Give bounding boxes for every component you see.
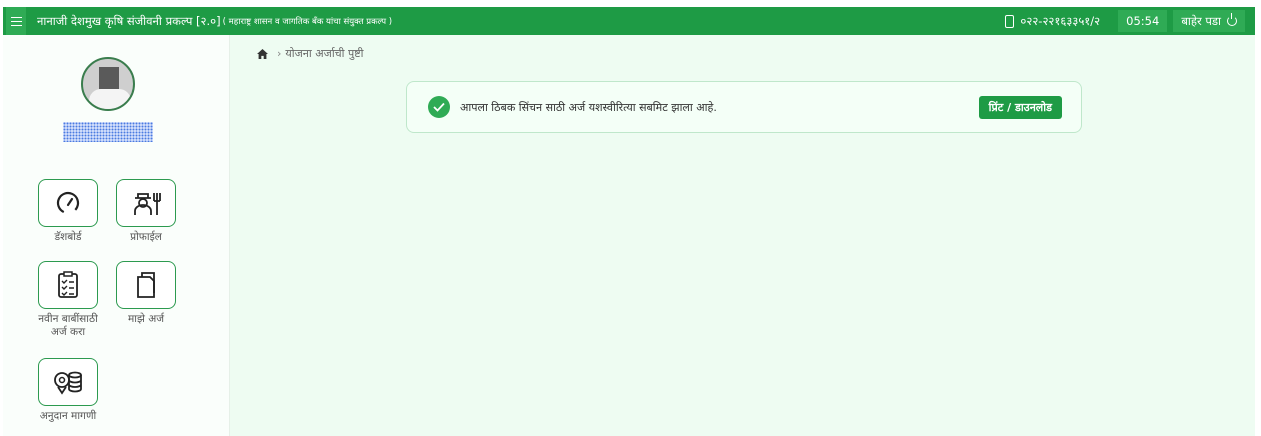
sidebar-item-new-application[interactable]: नवीन बाबींसाठी अर्ज करा bbox=[38, 261, 98, 339]
sidebar-item-dashboard[interactable]: डॅशबोर्ड bbox=[38, 179, 98, 244]
sidebar-item-profile[interactable]: प्रोफाईल bbox=[116, 179, 176, 244]
breadcrumb: › योजना अर्जाची पुष्टी bbox=[257, 46, 364, 61]
sidebar: डॅशबोर्ड प्रोफाईल नवीन बाबींसाठी अर्ज कर… bbox=[3, 35, 230, 436]
sidebar-item-label: माझे अर्ज bbox=[127, 313, 165, 325]
documents-icon bbox=[137, 272, 155, 298]
hamburger-icon bbox=[10, 16, 22, 26]
helpline-phone: ०२२-२२१६३३५१/२ bbox=[1005, 14, 1100, 29]
power-icon bbox=[1227, 13, 1237, 26]
avatar bbox=[81, 57, 135, 111]
helpline-number: ०२२-२२१६३३५१/२ bbox=[1020, 13, 1101, 28]
sidebar-item-label: डॅशबोर्ड bbox=[54, 231, 82, 243]
coins-icon bbox=[54, 371, 82, 395]
top-navbar: नानाजी देशमुख कृषि संजीवनी प्रकल्प [२.०]… bbox=[3, 7, 1255, 35]
main-content: › योजना अर्जाची पुष्टी आपला ठिबक सिंचन स… bbox=[230, 35, 1255, 436]
app-title: नानाजी देशमुख कृषि संजीवनी प्रकल्प [२.०] bbox=[37, 13, 221, 28]
sidebar-item-label: प्रोफाईल bbox=[130, 231, 162, 243]
sidebar-item-label: नवीन बाबींसाठी अर्ज करा bbox=[38, 313, 98, 338]
app-subtitle: ( महाराष्ट्र शासन व जागतिक बँक यांचा संय… bbox=[222, 16, 393, 27]
checklist-icon bbox=[58, 271, 78, 298]
speedometer-icon bbox=[56, 191, 80, 215]
success-alert: आपला ठिबक सिंचन साठी अर्ज यशस्वीरित्या स… bbox=[406, 81, 1082, 133]
sidebar-item-subsidy-claim[interactable]: अनुदान मागणी bbox=[38, 358, 98, 423]
farmer-profile-icon bbox=[134, 193, 161, 215]
logout-button[interactable]: बाहेर पडा bbox=[1173, 10, 1245, 32]
success-message: आपला ठिबक सिंचन साठी अर्ज यशस्वीरित्या स… bbox=[460, 100, 717, 114]
breadcrumb-current: योजना अर्जाची पुष्टी bbox=[285, 47, 364, 60]
print-download-button[interactable]: प्रिंट / डाउनलोड bbox=[978, 96, 1062, 119]
home-icon[interactable] bbox=[257, 48, 268, 59]
phone-icon bbox=[1005, 14, 1015, 28]
sidebar-item-label: अनुदान मागणी bbox=[39, 410, 97, 422]
session-timer: 05:54 bbox=[1118, 10, 1168, 32]
menu-toggle-button[interactable] bbox=[6, 7, 26, 35]
success-check-icon bbox=[428, 96, 450, 118]
sidebar-item-my-applications[interactable]: माझे अर्ज bbox=[116, 261, 176, 326]
logout-label: बाहेर पडा bbox=[1181, 13, 1221, 28]
breadcrumb-separator: › bbox=[277, 47, 282, 60]
user-name-redacted bbox=[63, 122, 153, 142]
